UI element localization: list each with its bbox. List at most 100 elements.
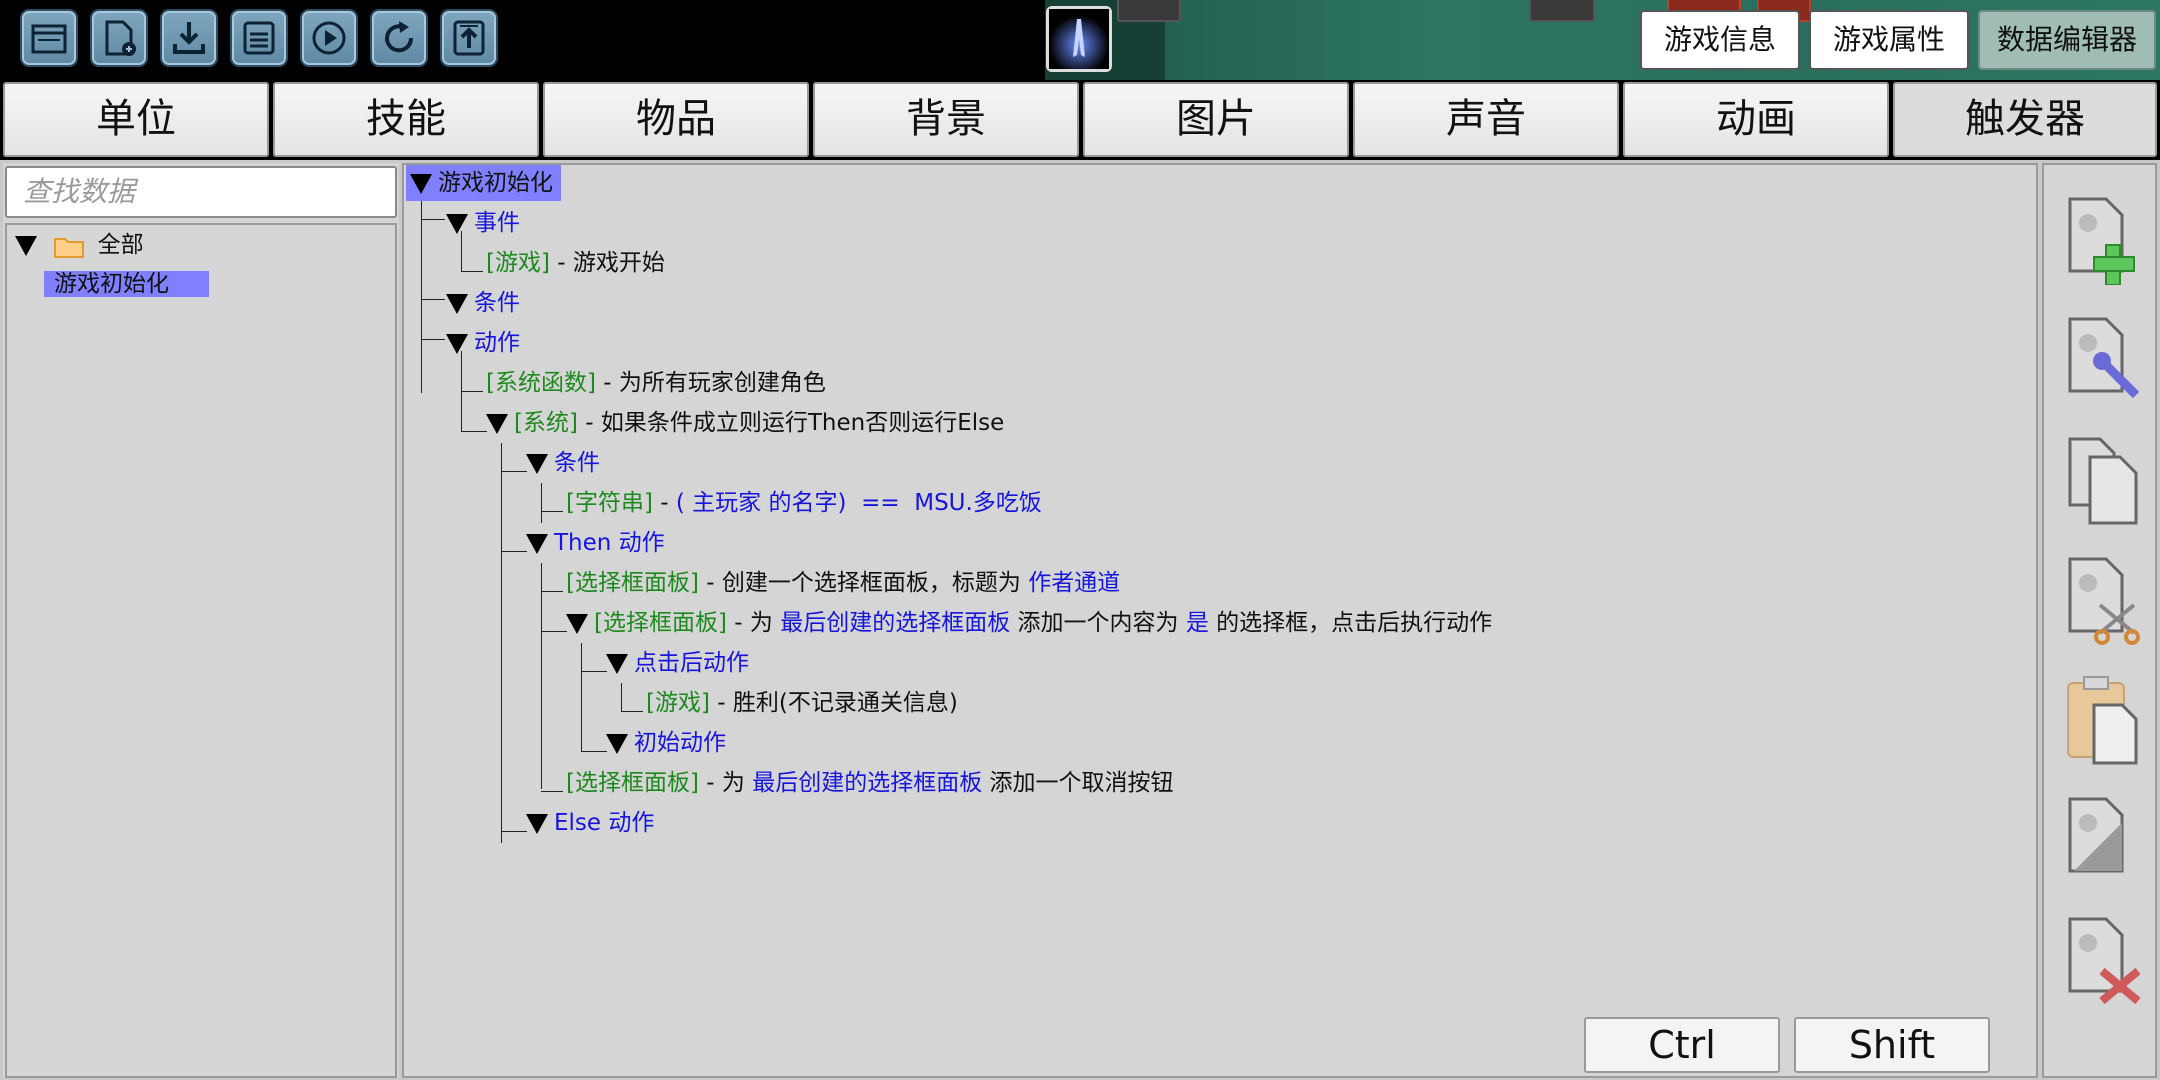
collapse-arrow-icon (486, 413, 508, 434)
actions-label: 动作 (474, 330, 520, 356)
tree-line (621, 711, 643, 712)
data-editor-button[interactable]: 数据编辑器 (1978, 10, 2156, 70)
editor-main: 查找数据 全部 游戏初始化 游戏初始化 事件 [游戏] - 游戏开始 条件 动作… (0, 160, 2160, 1080)
action-text: - 为 (698, 770, 753, 796)
action-value: 作者通道 (1028, 570, 1121, 596)
category-tabs: 单位 技能 物品 背景 图片 声音 动画 触发器 (0, 80, 2160, 160)
tree-line (501, 471, 527, 472)
edit-trigger-button[interactable] (2066, 315, 2146, 405)
tab-items[interactable]: 物品 (543, 82, 809, 157)
collapse-arrow-icon (526, 533, 548, 554)
tree-line (421, 299, 445, 300)
collapse-arrow-icon (526, 813, 548, 834)
action-tag: [游戏] (646, 690, 710, 716)
tree-condition-item[interactable]: [字符串] - ( 主玩家 的名字) == MSU.多吃饭 (566, 485, 1042, 521)
action-text: - 创建一个选择框面板，标题为 (698, 570, 1029, 596)
action-text: 的选择框，点击后执行动作 (1208, 610, 1493, 636)
tree-node-events[interactable]: 事件 (446, 205, 520, 241)
open-folder-button[interactable] (20, 9, 78, 67)
tree-line (541, 631, 567, 632)
add-trigger-button[interactable] (2066, 195, 2146, 286)
game-properties-button[interactable]: 游戏属性 (1809, 10, 1969, 70)
tab-triggers[interactable]: 触发器 (1893, 82, 2157, 157)
action-tag: [选择框面板] (594, 610, 727, 636)
tab-sounds[interactable]: 声音 (1353, 82, 1619, 157)
tree-action-item[interactable]: [系统函数] - 为所有玩家创建角色 (486, 365, 826, 401)
game-info-button[interactable]: 游戏信息 (1640, 10, 1800, 70)
folder-label: 全部 (97, 232, 144, 258)
tree-action-item[interactable]: [游戏] - 胜利(不记录通关信息) (646, 685, 958, 721)
conditions-label: 条件 (474, 290, 520, 316)
else-label: Else 动作 (554, 810, 655, 836)
tree-node-else[interactable]: Else 动作 (526, 805, 654, 841)
download-button[interactable] (160, 9, 218, 67)
tree-node-actions[interactable]: 动作 (446, 325, 520, 361)
event-tag: [游戏] (486, 250, 550, 276)
tree-node-init[interactable]: 初始动作 (606, 725, 726, 761)
action-value: 最后创建的选择框面板 (752, 770, 983, 796)
tree-node-conditions[interactable]: 条件 (446, 285, 520, 321)
play-button[interactable] (300, 9, 358, 67)
avatar-button[interactable] (1046, 6, 1112, 72)
folder-all[interactable]: 全部 (15, 227, 144, 263)
tree-line (541, 791, 563, 792)
cut-button[interactable] (2066, 555, 2146, 645)
trigger-list-item[interactable]: 游戏初始化 (44, 266, 209, 302)
ctrl-key-button[interactable]: Ctrl (1584, 1017, 1780, 1073)
condition-sep: - (652, 490, 676, 516)
events-label: 事件 (474, 210, 520, 236)
tab-units[interactable]: 单位 (3, 82, 269, 157)
tree-line (461, 391, 483, 392)
delete-button[interactable] (2066, 915, 2146, 1005)
action-tag: [系统函数] (486, 370, 596, 396)
tree-action-if[interactable]: [系统] - 如果条件成立则运行Then否则运行Else (486, 405, 1004, 441)
folder-icon (54, 237, 85, 258)
trigger-list: 全部 游戏初始化 (5, 223, 397, 1078)
tree-line (461, 431, 487, 432)
tree-line (581, 643, 582, 751)
tree-line (461, 271, 483, 272)
tree-node-on-click[interactable]: 点击后动作 (606, 645, 749, 681)
event-text: - 游戏开始 (549, 250, 665, 276)
action-tag: [系统] (514, 410, 578, 436)
collapse-arrow-icon (606, 733, 628, 754)
tree-root[interactable]: 游戏初始化 (406, 165, 561, 201)
trigger-actions-panel (2042, 163, 2157, 1078)
action-text: 添加一个取消按钮 (982, 770, 1174, 796)
tree-line (421, 219, 445, 220)
disable-button[interactable] (2066, 795, 2146, 885)
tree-action-item[interactable]: [选择框面板] - 创建一个选择框面板，标题为 作者通道 (566, 565, 1120, 601)
action-tag: [选择框面板] (566, 770, 699, 796)
tab-animations[interactable]: 动画 (1623, 82, 1889, 157)
action-text: - 胜利(不记录通关信息) (709, 690, 958, 716)
tree-node-then[interactable]: Then 动作 (526, 525, 665, 561)
play-icon (312, 21, 346, 55)
new-file-icon (105, 20, 136, 56)
top-toolbar: 游戏信息 游戏属性 数据编辑器 (0, 0, 2160, 80)
paste-button[interactable] (2066, 675, 2146, 765)
new-file-button[interactable] (90, 9, 148, 67)
tab-skills[interactable]: 技能 (273, 82, 539, 157)
tree-event-item[interactable]: [游戏] - 游戏开始 (486, 245, 665, 281)
tree-line (541, 511, 563, 512)
tree-node-if-conditions[interactable]: 条件 (526, 445, 600, 481)
copy-button[interactable] (2066, 435, 2146, 525)
tab-backgrounds[interactable]: 背景 (813, 82, 1079, 157)
search-input[interactable]: 查找数据 (5, 166, 397, 218)
collapse-arrow-icon (446, 293, 468, 314)
upload-button[interactable] (440, 9, 498, 67)
action-text: - 如果条件成立则运行Then否则运行Else (577, 410, 1005, 436)
shift-key-button[interactable]: Shift (1794, 1017, 1990, 1073)
tree-action-item[interactable]: [选择框面板] - 为 最后创建的选择框面板 添加一个取消按钮 (566, 765, 1174, 801)
paste-icon (2067, 676, 2138, 765)
tree-line (501, 551, 527, 552)
tree-line (541, 591, 563, 592)
tab-images[interactable]: 图片 (1083, 82, 1349, 157)
expand-arrow-icon (15, 235, 37, 256)
refresh-button[interactable] (370, 9, 428, 67)
action-value: 最后创建的选择框面板 (780, 610, 1011, 636)
action-text: - 为 (726, 610, 781, 636)
tree-action-add-checkbox[interactable]: [选择框面板] - 为 最后创建的选择框面板 添加一个内容为 是 的选择框，点击… (566, 605, 1492, 641)
action-value: 是 (1185, 610, 1209, 636)
save-button[interactable] (230, 9, 288, 67)
